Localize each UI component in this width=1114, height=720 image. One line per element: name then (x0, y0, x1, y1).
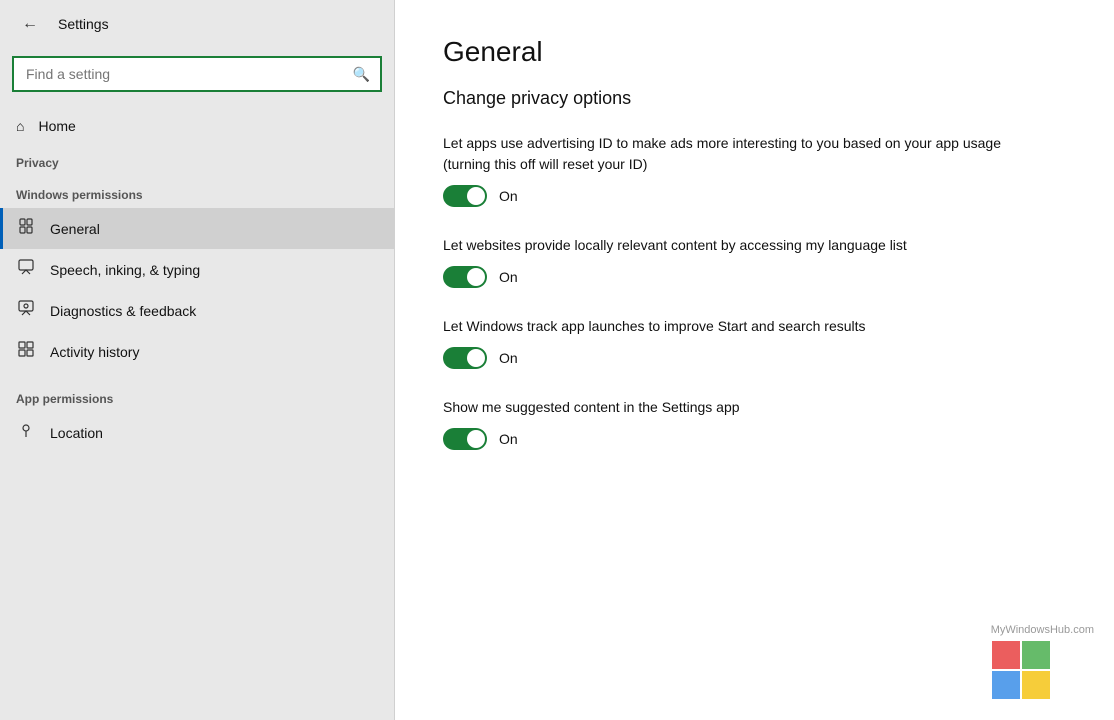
logo-blue (992, 671, 1020, 699)
sidebar-item-location[interactable]: Location (0, 412, 394, 453)
language-toggle[interactable] (443, 266, 487, 288)
app-permissions-label: App permissions (0, 380, 394, 412)
logo-red (992, 641, 1020, 669)
suggested-toggle[interactable] (443, 428, 487, 450)
speech-icon (16, 259, 36, 280)
logo-green (1022, 641, 1050, 669)
setting-language: Let websites provide locally relevant co… (443, 235, 1066, 288)
back-button[interactable]: ← (16, 10, 44, 38)
setting-suggested: Show me suggested content in the Setting… (443, 397, 1066, 450)
general-icon (16, 218, 36, 239)
windows-permissions-label: Windows permissions (0, 176, 394, 208)
diagnostics-icon (16, 300, 36, 321)
page-title: General (443, 36, 1066, 68)
search-container: 🔍 (12, 56, 382, 92)
titlebar-title: Settings (58, 16, 109, 32)
search-input[interactable] (14, 58, 343, 90)
speech-label: Speech, inking, & typing (50, 262, 200, 278)
language-state: On (499, 269, 518, 285)
language-description: Let websites provide locally relevant co… (443, 235, 1003, 256)
general-label: General (50, 221, 100, 237)
sidebar-item-diagnostics[interactable]: Diagnostics & feedback (0, 290, 394, 331)
activity-label: Activity history (50, 344, 139, 360)
watermark-text: MyWindowsHub.com (991, 624, 1094, 636)
suggested-toggle-row: On (443, 428, 1066, 450)
sidebar-item-general[interactable]: General (0, 208, 394, 249)
language-toggle-row: On (443, 266, 1066, 288)
sidebar-item-home[interactable]: ⌂ Home (0, 108, 394, 144)
diagnostics-label: Diagnostics & feedback (50, 303, 196, 319)
track-toggle[interactable] (443, 347, 487, 369)
setting-advertising: Let apps use advertising ID to make ads … (443, 133, 1066, 207)
home-label: Home (38, 118, 75, 134)
advertising-state: On (499, 188, 518, 204)
main-content: General Change privacy options Let apps … (395, 0, 1114, 720)
watermark-logo (991, 640, 1051, 700)
logo-yellow (1022, 671, 1050, 699)
track-state: On (499, 350, 518, 366)
advertising-toggle[interactable] (443, 185, 487, 207)
activity-icon (16, 341, 36, 362)
privacy-section-label: Privacy (0, 144, 394, 176)
home-icon: ⌂ (16, 118, 24, 134)
location-label: Location (50, 425, 103, 441)
titlebar: ← Settings (0, 0, 394, 48)
sidebar-item-activity[interactable]: Activity history (0, 331, 394, 372)
advertising-toggle-row: On (443, 185, 1066, 207)
suggested-state: On (499, 431, 518, 447)
watermark: MyWindowsHub.com (991, 624, 1094, 700)
setting-track: Let Windows track app launches to improv… (443, 316, 1066, 369)
sidebar: ← Settings 🔍 ⌂ Home Privacy Windows perm… (0, 0, 395, 720)
advertising-description: Let apps use advertising ID to make ads … (443, 133, 1003, 175)
track-description: Let Windows track app launches to improv… (443, 316, 1003, 337)
back-icon: ← (22, 15, 38, 33)
sidebar-item-speech[interactable]: Speech, inking, & typing (0, 249, 394, 290)
search-icon: 🔍 (343, 66, 380, 83)
track-toggle-row: On (443, 347, 1066, 369)
suggested-description: Show me suggested content in the Setting… (443, 397, 1003, 418)
location-icon (16, 422, 36, 443)
section-title: Change privacy options (443, 88, 1066, 109)
